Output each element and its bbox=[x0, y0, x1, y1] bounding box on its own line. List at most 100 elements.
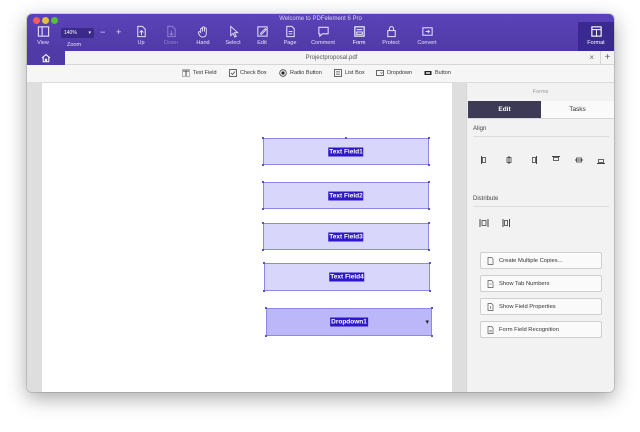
dropdown-caret-icon: ▾ bbox=[425, 319, 429, 326]
document-icon bbox=[487, 302, 494, 311]
resize-handle[interactable] bbox=[428, 137, 430, 139]
down-button[interactable]: Down bbox=[156, 25, 186, 46]
left-gutter bbox=[27, 83, 42, 392]
resize-handle[interactable] bbox=[262, 249, 264, 251]
resize-handle[interactable] bbox=[345, 137, 347, 139]
resize-handle[interactable] bbox=[265, 307, 267, 309]
convert-button[interactable]: Convert bbox=[412, 25, 442, 46]
align-right-icon[interactable] bbox=[528, 155, 538, 165]
field-label: Dropdown1 bbox=[330, 317, 368, 327]
field-label: Text Field4 bbox=[329, 272, 365, 282]
resize-handle[interactable] bbox=[431, 307, 433, 309]
show-field-properties-button[interactable]: Show Field Properties bbox=[480, 298, 602, 315]
text-field-1[interactable]: Text Field1 bbox=[263, 138, 429, 165]
toolbar: Welcome to PDFelement 6 Pro View 140% ▾ … bbox=[27, 14, 614, 51]
form-label: Form bbox=[352, 40, 366, 46]
document-icon bbox=[487, 279, 494, 288]
text-field-4[interactable]: Text Field4 bbox=[264, 263, 430, 291]
page-up-icon bbox=[136, 25, 146, 38]
resize-handle[interactable] bbox=[429, 290, 431, 292]
align-middle-icon[interactable] bbox=[574, 155, 584, 165]
create-multiple-copies-button[interactable]: Create Multiple Copies... bbox=[480, 252, 602, 269]
resize-handle[interactable] bbox=[263, 262, 265, 264]
text-field-tool[interactable]: Text Field bbox=[182, 69, 217, 77]
tab-bar: Projectproposal.pdf × + bbox=[27, 51, 614, 65]
align-left-icon[interactable] bbox=[480, 155, 490, 165]
add-tab-button[interactable]: + bbox=[600, 51, 614, 65]
resize-handle[interactable] bbox=[262, 137, 264, 139]
radio-button-tool[interactable]: Radio Button bbox=[279, 69, 322, 77]
zoom-in-button[interactable]: + bbox=[116, 28, 121, 37]
dropdown-tool-label: Dropdown bbox=[387, 70, 413, 76]
window-title: Welcome to PDFelement 6 Pro bbox=[279, 16, 362, 22]
form-field-recognition-button[interactable]: Form Field Recognition bbox=[480, 321, 602, 338]
resize-handle[interactable] bbox=[428, 222, 430, 224]
resize-handle[interactable] bbox=[428, 164, 430, 166]
protect-button[interactable]: Protect bbox=[376, 25, 406, 46]
radio-icon bbox=[279, 69, 287, 77]
show-tab-numbers-label: Show Tab Numbers bbox=[499, 280, 550, 287]
tab-tasks[interactable]: Tasks bbox=[541, 101, 614, 118]
dropdown-icon bbox=[376, 70, 384, 76]
tab-document[interactable]: Projectproposal.pdf bbox=[65, 51, 598, 65]
checkbox-icon bbox=[229, 69, 237, 77]
resize-handle[interactable] bbox=[265, 335, 267, 337]
distribute-vertical-icon[interactable] bbox=[502, 218, 512, 228]
align-top-icon[interactable] bbox=[551, 155, 561, 165]
resize-handle[interactable] bbox=[428, 249, 430, 251]
page-down-icon bbox=[166, 25, 176, 38]
hand-button[interactable]: Hand bbox=[188, 25, 218, 46]
distribute-horizontal-icon[interactable] bbox=[479, 218, 489, 228]
check-box-tool[interactable]: Check Box bbox=[229, 69, 267, 77]
resize-handle[interactable] bbox=[262, 181, 264, 183]
button-tool[interactable]: Button bbox=[424, 69, 451, 77]
convert-icon bbox=[421, 27, 433, 36]
tab-edit[interactable]: Edit bbox=[468, 101, 541, 118]
resize-handle[interactable] bbox=[431, 335, 433, 337]
resize-handle[interactable] bbox=[262, 208, 264, 210]
resize-handle[interactable] bbox=[428, 181, 430, 183]
text-field-icon bbox=[182, 69, 190, 77]
forms-panel: Forms Edit Tasks Align Distribute Create… bbox=[466, 83, 614, 392]
resize-handle[interactable] bbox=[263, 290, 265, 292]
align-bottom-icon[interactable] bbox=[596, 155, 606, 165]
dropdown-field-1[interactable]: Dropdown1 ▾ bbox=[266, 308, 432, 336]
scroll-gutter[interactable] bbox=[452, 83, 466, 392]
chevron-down-icon: ▾ bbox=[88, 30, 91, 36]
format-label: Format bbox=[587, 40, 605, 46]
list-box-tool[interactable]: List Box bbox=[334, 69, 365, 77]
show-tab-numbers-button[interactable]: Show Tab Numbers bbox=[480, 275, 602, 292]
zoom-out-button[interactable]: − bbox=[100, 28, 105, 37]
app-window: Welcome to PDFelement 6 Pro View 140% ▾ … bbox=[27, 14, 614, 392]
comment-icon bbox=[317, 26, 329, 38]
zoom-value: 140% bbox=[64, 30, 77, 36]
resize-handle[interactable] bbox=[428, 208, 430, 210]
view-button[interactable]: View bbox=[28, 25, 58, 46]
home-tab[interactable] bbox=[27, 51, 65, 65]
list-box-icon bbox=[334, 69, 342, 77]
edit-button[interactable]: Edit bbox=[247, 25, 277, 46]
comment-label: Comment bbox=[311, 40, 335, 46]
select-button[interactable]: Select bbox=[218, 25, 248, 46]
zoom-label: Zoom bbox=[67, 42, 82, 48]
text-field-3[interactable]: Text Field3 bbox=[263, 223, 429, 250]
align-center-icon[interactable] bbox=[504, 155, 514, 165]
resize-handle[interactable] bbox=[429, 262, 431, 264]
up-button[interactable]: Up bbox=[126, 25, 156, 46]
resize-handle[interactable] bbox=[262, 164, 264, 166]
form-button[interactable]: Form bbox=[344, 25, 374, 46]
dropdown-tool[interactable]: Dropdown bbox=[376, 69, 412, 77]
home-icon bbox=[41, 53, 51, 63]
resize-handle[interactable] bbox=[262, 222, 264, 224]
page-icon bbox=[285, 25, 295, 38]
field-label: Text Field3 bbox=[328, 232, 364, 241]
format-button[interactable]: Format bbox=[578, 22, 614, 51]
close-tab-button[interactable]: × bbox=[589, 51, 594, 65]
zoom-select[interactable]: 140% ▾ bbox=[61, 28, 94, 38]
text-field-tool-label: Text Field bbox=[193, 70, 217, 76]
text-field-2[interactable]: Text Field2 bbox=[263, 182, 429, 209]
comment-button[interactable]: Comment bbox=[308, 25, 338, 46]
page-button[interactable]: Page bbox=[275, 25, 305, 46]
pdf-page[interactable]: Text Field1 Text Field2 Text Field3 Text… bbox=[42, 83, 452, 392]
format-icon bbox=[590, 26, 602, 37]
